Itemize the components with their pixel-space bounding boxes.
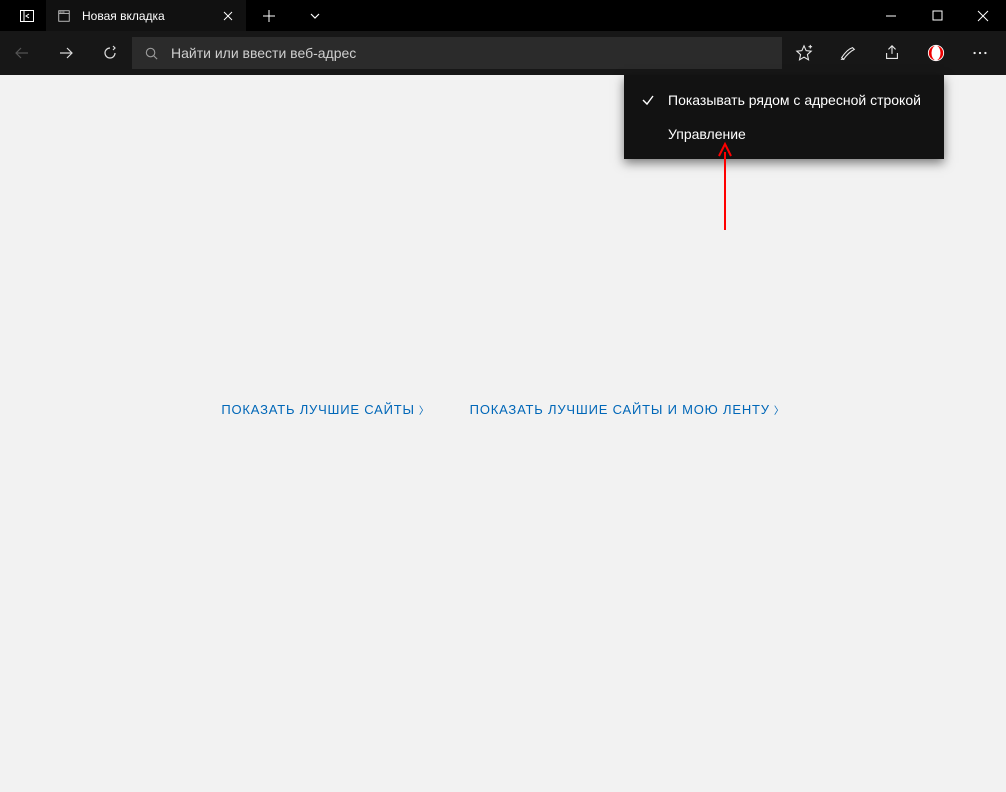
extension-dropdown: Показывать рядом с адресной строкой Упра… (624, 75, 944, 159)
window-controls (868, 0, 1006, 31)
toolbar: Найти или ввести веб-адрес (0, 31, 1006, 75)
link-label: ПОКАЗАТЬ ЛУЧШИЕ САЙТЫ И МОЮ ЛЕНТУ (470, 402, 770, 417)
check-icon (640, 93, 656, 107)
window-minimize-button[interactable] (868, 0, 914, 31)
left-edge-strip (0, 0, 8, 31)
arrow-left-icon (14, 45, 30, 61)
menu-item-label: Управление (668, 126, 746, 142)
pen-icon (839, 44, 857, 62)
menu-item-show-near-addr[interactable]: Показывать рядом с адресной строкой (624, 83, 944, 117)
tab-strip-spacer (338, 0, 868, 31)
nav-forward-button[interactable] (44, 31, 88, 75)
tab-strip: Новая вкладка (0, 0, 1006, 31)
menu-item-label: Показывать рядом с адресной строкой (668, 92, 921, 108)
link-label: ПОКАЗАТЬ ЛУЧШИЕ САЙТЫ (221, 402, 415, 417)
refresh-icon (102, 45, 118, 61)
favorites-button[interactable] (782, 31, 826, 75)
extension-icon (927, 44, 945, 62)
notes-button[interactable] (826, 31, 870, 75)
window-maximize-button[interactable] (914, 0, 960, 31)
menu-item-manage[interactable]: Управление (624, 117, 944, 151)
nav-back-button[interactable] (0, 31, 44, 75)
plus-icon (263, 10, 275, 22)
tab-close-button[interactable] (220, 8, 236, 24)
chevron-right-icon: 〉 (419, 402, 430, 417)
address-bar-wrap: Найти или ввести веб-адрес (132, 37, 782, 69)
nav-refresh-button[interactable] (88, 31, 132, 75)
tabs-aside-icon (19, 8, 35, 24)
link-show-top-sites-feed[interactable]: ПОКАЗАТЬ ЛУЧШИЕ САЙТЫ И МОЮ ЛЕНТУ 〉 (470, 402, 785, 417)
new-tab-links: ПОКАЗАТЬ ЛУЧШИЕ САЙТЫ 〉 ПОКАЗАТЬ ЛУЧШИЕ … (221, 402, 784, 417)
tab-title: Новая вкладка (82, 9, 210, 23)
search-icon (144, 46, 159, 61)
tab-active[interactable]: Новая вкладка (46, 0, 246, 31)
address-bar[interactable]: Найти или ввести веб-адрес (132, 37, 782, 69)
star-add-icon (795, 44, 813, 62)
more-button[interactable] (958, 31, 1002, 75)
link-show-top-sites[interactable]: ПОКАЗАТЬ ЛУЧШИЕ САЙТЫ 〉 (221, 402, 429, 417)
minimize-icon (885, 10, 897, 22)
page-content: ПОКАЗАТЬ ЛУЧШИЕ САЙТЫ 〉 ПОКАЗАТЬ ЛУЧШИЕ … (0, 75, 1006, 792)
tab-page-icon (56, 8, 72, 24)
share-icon (883, 44, 901, 62)
close-icon (977, 10, 989, 22)
extension-button[interactable] (914, 31, 958, 75)
share-button[interactable] (870, 31, 914, 75)
window-close-button[interactable] (960, 0, 1006, 31)
chevron-down-icon (309, 10, 321, 22)
maximize-icon (932, 10, 943, 21)
tabs-aside-button[interactable] (8, 0, 46, 31)
ellipsis-icon (971, 44, 989, 62)
address-placeholder: Найти или ввести веб-адрес (171, 45, 356, 61)
arrow-right-icon (58, 45, 74, 61)
tabs-dropdown-button[interactable] (292, 0, 338, 31)
new-tab-button[interactable] (246, 0, 292, 31)
chevron-right-icon: 〉 (774, 402, 785, 417)
close-icon (223, 11, 233, 21)
